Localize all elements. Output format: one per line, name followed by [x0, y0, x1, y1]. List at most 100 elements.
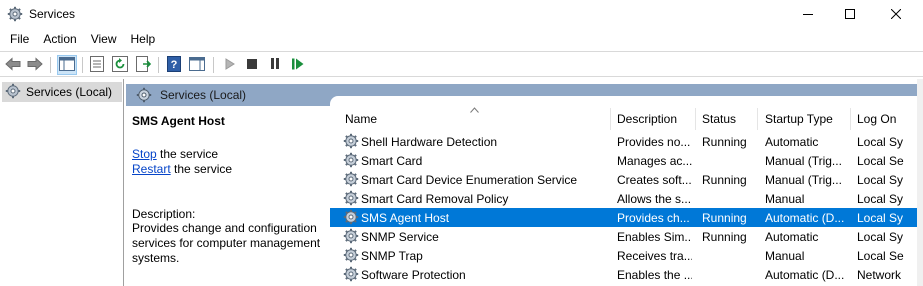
table-row[interactable]: Software Protection Enables the ... Automa… [330, 265, 917, 284]
export-list-icon [136, 55, 152, 75]
description-text: Provides change and configuration servic… [132, 221, 321, 265]
restart-service-icon [292, 58, 304, 73]
cell-description: Provides no... [617, 135, 691, 149]
cell-name: Shell Hardware Detection [361, 135, 498, 149]
toolbar: ? [0, 51, 923, 77]
table-row[interactable]: Shell Hardware Detection Provides no... Ru… [330, 132, 917, 151]
service-gear-icon [343, 266, 359, 282]
table-row[interactable]: Smart Card Device Enumeration Service Cre… [330, 170, 917, 189]
refresh-button[interactable] [110, 55, 130, 75]
column-header-name[interactable]: Name [345, 112, 377, 126]
console-tree-icon [59, 56, 75, 74]
close-icon [891, 9, 901, 19]
service-gear-icon [343, 228, 359, 244]
cell-description: Enables the ... [617, 268, 692, 282]
toolbar-separator [158, 57, 159, 73]
column-divider[interactable] [610, 108, 611, 130]
vertical-scrollbar[interactable] [917, 79, 923, 286]
column-divider[interactable] [695, 108, 696, 130]
cell-status: Running [702, 211, 747, 225]
tree-item-services-local[interactable]: Services (Local) [2, 82, 122, 102]
menu-file[interactable]: File [0, 29, 36, 49]
menu-action[interactable]: Action [36, 29, 83, 49]
service-gear-icon [343, 152, 359, 168]
column-header-status[interactable]: Status [702, 112, 736, 126]
services-gear-icon [7, 6, 23, 22]
cell-logon: Local Sy [857, 211, 904, 225]
cell-name: SNMP Service [361, 230, 439, 244]
cell-status: Running [702, 135, 747, 149]
menu-bar: File Action View Help [0, 29, 923, 51]
services-list: Name Description Status Startup Type Log… [330, 96, 917, 286]
cell-status: Running [702, 173, 747, 187]
table-row[interactable]: SNMP Service Enables Sim... Running Automat… [330, 227, 917, 246]
cell-startup: Automatic [765, 230, 819, 244]
help-button[interactable]: ? [164, 55, 184, 75]
cell-name: Smart Card [361, 154, 423, 168]
cell-description: Allows the s... [617, 192, 692, 206]
console-tree-button[interactable] [57, 55, 77, 75]
stop-line: Stop the service [132, 147, 218, 161]
close-button[interactable] [873, 0, 919, 28]
restart-service-link[interactable]: Restart [132, 162, 171, 176]
toolbar-separator [82, 57, 83, 73]
service-gear-icon [343, 171, 359, 187]
window-title: Services [29, 7, 76, 21]
properties-button[interactable] [87, 55, 107, 75]
table-row[interactable]: SNMP Trap Receives tra... Manual Local Se [330, 246, 917, 265]
cell-name: Smart Card Device Enumeration Service [361, 173, 578, 187]
start-service-icon [225, 57, 235, 73]
pause-service-icon [270, 58, 280, 72]
menu-help[interactable]: Help [124, 29, 163, 49]
stop-suffix: the service [156, 147, 219, 161]
service-gear-icon [343, 190, 359, 206]
help-icon: ? [167, 55, 181, 75]
column-header-description[interactable]: Description [617, 112, 677, 126]
pause-service-button[interactable] [265, 55, 285, 75]
toolbar-separator [50, 57, 51, 73]
console-tree: Services (Local) [0, 79, 124, 286]
forward-button[interactable] [25, 55, 45, 75]
column-divider[interactable] [757, 108, 758, 130]
cell-description: Receives tra... [617, 249, 692, 263]
cell-startup: Automatic (D... [765, 268, 845, 282]
column-divider[interactable] [850, 108, 851, 130]
cell-startup: Manual [765, 192, 805, 206]
table-row[interactable]: SMS Agent Host Provides ch... Running Autom… [330, 208, 917, 227]
sort-ascending-icon [470, 102, 479, 116]
cell-description: Creates soft... [617, 173, 692, 187]
minimize-button[interactable] [785, 0, 831, 28]
cell-description: Enables Sim... [617, 230, 692, 244]
pane-header-title: Services (Local) [160, 88, 247, 102]
cell-logon: Local Sy [857, 135, 904, 149]
tree-item-label: Services (Local) [26, 85, 113, 99]
stop-service-link[interactable]: Stop [132, 147, 157, 161]
cell-name: SNMP Trap [361, 249, 423, 263]
description-label: Description: [132, 207, 196, 221]
cell-startup: Manual (Trig... [765, 173, 842, 187]
stop-service-icon [247, 58, 257, 72]
svg-text:?: ? [171, 59, 178, 71]
list-header: Name Description Status Startup Type Log… [330, 96, 917, 130]
cell-logon: Local Se [857, 249, 904, 263]
start-service-button[interactable] [220, 55, 240, 75]
menu-view[interactable]: View [84, 29, 124, 49]
service-gear-icon [343, 133, 359, 149]
cell-description: Manages ac... [617, 154, 692, 168]
maximize-button[interactable] [827, 0, 873, 28]
table-row[interactable]: Smart Card Manages ac... Manual (Trig... Lo… [330, 151, 917, 170]
cell-logon: Local Se [857, 154, 904, 168]
stop-service-button[interactable] [242, 55, 262, 75]
forward-icon [27, 56, 43, 74]
cell-logon: Network [857, 268, 902, 282]
back-icon [5, 56, 21, 74]
export-list-button[interactable] [134, 55, 154, 75]
cell-startup: Automatic (D... [765, 211, 845, 225]
back-button[interactable] [3, 55, 23, 75]
column-header-startup-type[interactable]: Startup Type [765, 112, 833, 126]
maximize-icon [845, 9, 855, 19]
show-hide-pane-button[interactable] [187, 55, 207, 75]
restart-service-button[interactable] [288, 55, 308, 75]
table-row[interactable]: Smart Card Removal Policy Allows the s...… [330, 189, 917, 208]
column-header-log-on[interactable]: Log On [857, 112, 896, 126]
